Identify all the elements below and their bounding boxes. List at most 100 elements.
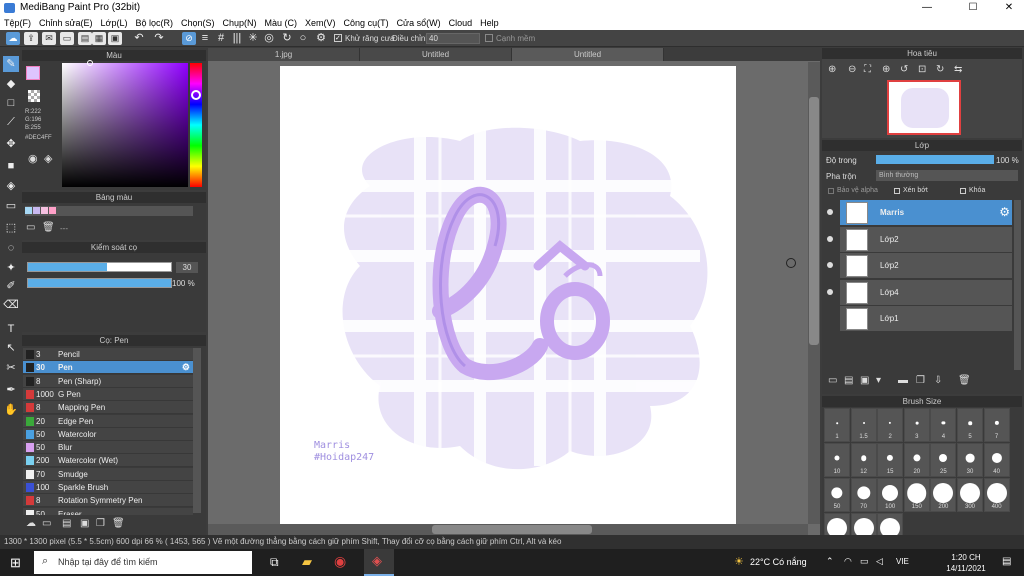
layer-visibility-icon[interactable]: [827, 288, 833, 295]
palette-swatch[interactable]: [25, 207, 32, 214]
move-tool-icon[interactable]: ✥: [3, 136, 19, 152]
brush-list-item[interactable]: 70 Smudge: [23, 467, 193, 481]
input-language[interactable]: VIE: [896, 557, 909, 566]
brush-size-cell[interactable]: 300: [957, 478, 983, 512]
add-halftone-layer-icon[interactable]: ▤: [844, 375, 853, 386]
palette-swatch[interactable]: [33, 207, 40, 214]
menu-layer[interactable]: Lớp(L): [97, 16, 132, 30]
chrome-icon[interactable]: ◉: [334, 553, 346, 570]
brush-settings-icon[interactable]: ⚙: [182, 361, 190, 374]
text-tool-icon[interactable]: T: [3, 321, 19, 337]
clock[interactable]: 1:20 CH 14/11/2021: [940, 552, 992, 574]
add-brush-icon[interactable]: ▭: [42, 518, 51, 529]
layer-row[interactable]: Lớp2: [827, 253, 1012, 279]
fill-rect-tool-icon[interactable]: ■: [3, 158, 19, 174]
add-8bit-layer-icon[interactable]: ▣: [860, 375, 869, 386]
brush-list-item[interactable]: 50 Watercolor: [23, 427, 193, 441]
delete-layer-icon[interactable]: 🗑: [958, 375, 971, 386]
menu-edit[interactable]: Chỉnh sửa(E): [35, 16, 97, 30]
comment-icon[interactable]: ✉: [42, 32, 56, 45]
brush-list-item[interactable]: 1000 G Pen: [23, 387, 193, 401]
brush-size-cell[interactable]: 1: [824, 408, 850, 442]
ellipse-snap-icon[interactable]: ○: [296, 32, 310, 45]
rotate-left-icon[interactable]: ↺: [900, 64, 908, 75]
brush-size-cell[interactable]: 400: [983, 478, 1010, 512]
tray-chevron-icon[interactable]: ⌃: [826, 556, 834, 567]
navigator-thumbnail[interactable]: [887, 80, 961, 135]
menu-window[interactable]: Cửa sổ(W): [393, 16, 445, 30]
menu-cloud[interactable]: Cloud: [445, 16, 477, 30]
eyedropper-tool-icon[interactable]: ✒: [3, 382, 19, 398]
brush-size-cell[interactable]: 100: [877, 478, 904, 512]
brush-opacity-slider[interactable]: [27, 278, 172, 288]
brush-list-item[interactable]: 30 Pen ⚙: [23, 361, 193, 375]
zoom-out-icon[interactable]: ⊖: [848, 64, 856, 75]
brush-list-item[interactable]: 50 Blur: [23, 441, 193, 455]
add-palette-icon[interactable]: ▭: [26, 222, 35, 233]
brush-duplicate-icon[interactable]: ❐: [96, 518, 105, 529]
flip-icon[interactable]: ⇆: [954, 64, 962, 75]
cloud-icon[interactable]: ☁: [6, 32, 20, 45]
hue-slider[interactable]: [190, 63, 202, 187]
brush-size-cell[interactable]: 200: [930, 478, 957, 512]
lock-checkbox[interactable]: [960, 188, 966, 194]
brush-size-cell[interactable]: 5: [957, 408, 983, 442]
select-tool-icon[interactable]: ⬚: [3, 220, 19, 236]
upload-icon[interactable]: ⇪: [24, 32, 38, 45]
wifi-icon[interactable]: ◠: [844, 556, 852, 567]
bucket-tool-icon[interactable]: ◈: [3, 178, 19, 194]
actual-size-icon[interactable]: ⊡: [918, 64, 926, 75]
color-wheel-icon[interactable]: ◉: [28, 152, 38, 165]
operation-tool-icon[interactable]: ↖: [3, 340, 19, 356]
brush-list-scrollbar[interactable]: [193, 348, 201, 513]
protect-alpha-checkbox[interactable]: [828, 188, 834, 194]
task-view-icon[interactable]: ⧉: [270, 555, 279, 570]
brush-list-item[interactable]: 100 Sparkle Brush: [23, 481, 193, 494]
merge-layer-icon[interactable]: ⇩: [934, 375, 942, 386]
zoom-reset-icon[interactable]: ⊕: [882, 64, 890, 75]
weather-icon[interactable]: ☀: [734, 555, 744, 568]
layer-row[interactable]: Lớp2: [827, 226, 1012, 253]
smooth-checkbox[interactable]: [485, 34, 493, 42]
hscroll-thumb[interactable]: [432, 525, 592, 534]
weather-text[interactable]: 22°C Có nắng: [750, 557, 807, 567]
delete-palette-icon[interactable]: 🗑: [42, 222, 55, 233]
brush-list-item[interactable]: 8 Rotation Symmetry Pen: [23, 494, 193, 508]
brush-size-slider[interactable]: [27, 262, 172, 272]
brush-list-item[interactable]: 8 Pen (Sharp): [23, 374, 193, 388]
brush-size-cell[interactable]: 3: [903, 408, 930, 442]
brush-size-cell[interactable]: 1.5: [850, 408, 877, 442]
crisscross-snap-icon[interactable]: #: [214, 32, 228, 45]
lasso-tool-icon[interactable]: ◌: [3, 240, 19, 256]
menu-tools[interactable]: Công cụ(T): [340, 16, 393, 30]
layer-row[interactable]: Lớp4: [827, 279, 1012, 306]
notification-icon[interactable]: ▤: [1002, 556, 1011, 567]
hand-tool-icon[interactable]: ✋: [3, 402, 19, 418]
tab-document-active[interactable]: Untitled: [512, 48, 664, 61]
line-snap-off-icon[interactable]: ⊘: [182, 32, 196, 45]
gradient-tool-icon[interactable]: ▭: [3, 198, 19, 214]
rectangle-tool-icon[interactable]: □: [3, 95, 19, 111]
menu-color[interactable]: Màu (C): [261, 16, 302, 30]
fit-icon[interactable]: ⛶: [864, 64, 871, 75]
layer-row[interactable]: Marris ⚙: [827, 200, 1012, 226]
close-button[interactable]: ✕: [994, 0, 1024, 16]
brush-copy-icon[interactable]: ▣: [80, 518, 89, 529]
antialias-checkbox[interactable]: ✓: [334, 34, 342, 42]
saturation-value-picker[interactable]: [62, 63, 188, 187]
minimize-button[interactable]: —: [912, 0, 942, 16]
add-layer-menu-icon[interactable]: ▾: [876, 375, 881, 386]
select-pen-tool-icon[interactable]: ✐: [3, 278, 19, 294]
brush-size-cell[interactable]: 15: [877, 443, 904, 477]
clipping-checkbox[interactable]: [894, 188, 900, 194]
brush-menu-icon[interactable]: ▤: [62, 518, 71, 529]
dot-tool-icon[interactable]: ⟋: [3, 114, 19, 130]
image-icon[interactable]: ▣: [108, 32, 122, 45]
chat-icon[interactable]: ▭: [60, 32, 74, 45]
settings-snap-icon[interactable]: ⚙: [314, 32, 328, 45]
foreground-color-swatch[interactable]: [26, 66, 40, 80]
taskbar-search-box[interactable]: ⌕ Nhập tại đây để tìm kiếm: [34, 551, 252, 574]
menu-file[interactable]: Tệp(F): [0, 16, 35, 30]
blend-mode-select[interactable]: Bình thường: [876, 170, 1018, 181]
brush-size-cell[interactable]: 2: [877, 408, 904, 442]
